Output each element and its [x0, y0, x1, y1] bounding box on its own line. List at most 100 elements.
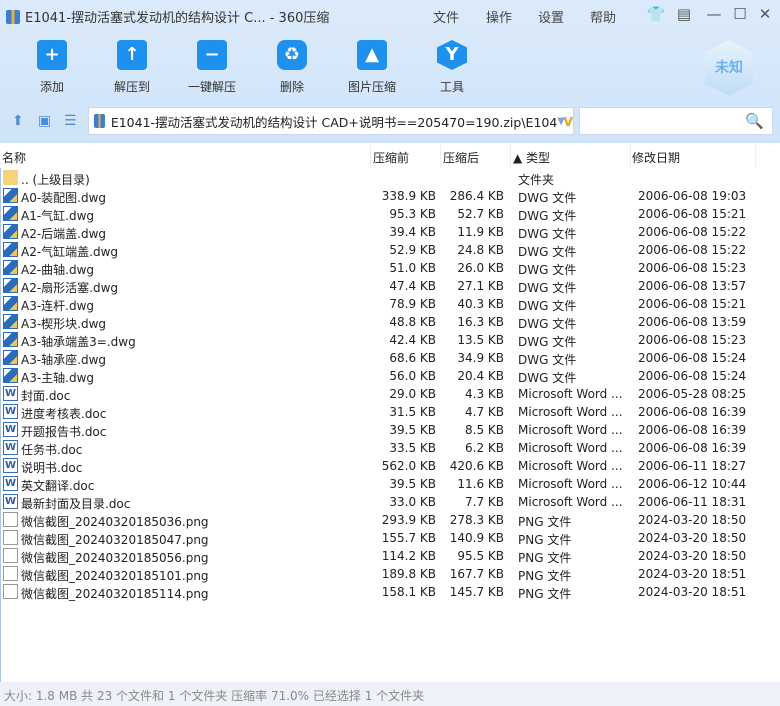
add-icon: + — [37, 40, 67, 70]
file-after: 11.9 KB — [457, 225, 504, 239]
one-click-extract-button[interactable]: − 一键解压 — [172, 40, 252, 95]
security-badge[interactable]: 未知 — [705, 40, 753, 96]
dwg-file-icon — [3, 206, 18, 221]
file-row[interactable]: A0-装配图.dwg 338.9 KB 286.4 KB DWG 文件 2006-06-… — [0, 187, 780, 205]
file-date: 2006-06-08 15:22 — [638, 243, 747, 257]
file-name: A2-扇形活塞.dwg — [21, 281, 119, 295]
png-file-icon — [3, 584, 18, 599]
file-row[interactable]: A3-楔形块.dwg 48.8 KB 16.3 KB DWG 文件 2006-06-08… — [0, 313, 780, 331]
file-type: Microsoft Word ... — [518, 441, 623, 455]
file-row[interactable]: W 任务书.doc 33.5 KB 6.2 KB Microsoft Word ... 2… — [0, 439, 780, 457]
file-after: 420.6 KB — [449, 459, 504, 473]
col-type[interactable]: ▲ 类型 — [513, 149, 550, 166]
file-after: 16.3 KB — [457, 315, 504, 329]
file-date: 2024-03-20 18:50 — [638, 513, 747, 527]
delete-button[interactable]: ♻ 删除 — [252, 40, 332, 95]
close-button[interactable]: ✕ — [755, 5, 775, 23]
menu-settings[interactable]: 设置 — [538, 7, 564, 26]
add-button[interactable]: + 添加 — [12, 40, 92, 95]
file-row[interactable]: W 开题报告书.doc 39.5 KB 8.5 KB Microsoft Word ..… — [0, 421, 780, 439]
doc-file-icon: W — [3, 476, 18, 491]
file-name: 微信截图_20240320185114.png — [21, 587, 209, 601]
file-before: 114.2 KB — [381, 549, 436, 563]
skin-icon[interactable]: 👕 — [646, 5, 666, 23]
file-before: 39.5 KB — [389, 423, 436, 437]
file-type: DWG 文件 — [518, 335, 577, 349]
list-view-icon[interactable]: ☰ — [64, 113, 77, 129]
file-row[interactable]: 微信截图_20240320185056.png 114.2 KB 95.5 KB PN… — [0, 547, 780, 565]
address-bar[interactable]: E1041-摆动活塞式发动机的结构设计 CAD+说明书==205470=190.… — [88, 107, 574, 135]
file-name: A0-装配图.dwg — [21, 191, 107, 205]
file-row[interactable]: 微信截图_20240320185036.png 293.9 KB 278.3 KB P… — [0, 511, 780, 529]
menu-help[interactable]: 帮助 — [590, 7, 616, 26]
tools-button[interactable]: Y 工具 — [412, 40, 492, 95]
search-input[interactable]: 🔍 — [579, 107, 773, 135]
dropdown-icon[interactable]: ▼ — [557, 116, 565, 127]
png-file-icon — [3, 566, 18, 581]
image-icon: ▲ — [357, 40, 387, 70]
col-before[interactable]: 压缩前 — [373, 149, 409, 166]
thumbnail-view-icon[interactable]: ▣ — [38, 113, 51, 129]
file-row[interactable]: A3-主轴.dwg 56.0 KB 20.4 KB DWG 文件 2006-06-08 … — [0, 367, 780, 385]
file-date: 2006-06-08 13:59 — [638, 315, 747, 329]
file-row[interactable]: 微信截图_20240320185101.png 189.8 KB 167.7 KB P… — [0, 565, 780, 583]
file-date: 2006-06-08 13:57 — [638, 279, 747, 293]
file-type: PNG 文件 — [518, 533, 572, 547]
file-type: DWG 文件 — [518, 191, 577, 205]
col-after[interactable]: 压缩后 — [443, 149, 479, 166]
file-row[interactable]: W 封面.doc 29.0 KB 4.3 KB Microsoft Word ... 20… — [0, 385, 780, 403]
file-row[interactable]: 微信截图_20240320185114.png 158.1 KB 145.7 KB P… — [0, 583, 780, 601]
file-row[interactable]: A2-气缸端盖.dwg 52.9 KB 24.8 KB DWG 文件 2006-06-0… — [0, 241, 780, 259]
image-compress-button[interactable]: ▲ 图片压缩 — [332, 40, 412, 95]
file-after: 11.6 KB — [457, 477, 504, 491]
file-after: 13.5 KB — [457, 333, 504, 347]
extract-label: 解压到 — [113, 80, 150, 94]
png-file-icon — [3, 548, 18, 563]
file-row[interactable]: W 最新封面及目录.doc 33.0 KB 7.7 KB Microsoft Word … — [0, 493, 780, 511]
file-row[interactable]: W 说明书.doc 562.0 KB 420.6 KB Microsoft Word .… — [0, 457, 780, 475]
minimize-button[interactable]: — — [704, 5, 724, 23]
col-date[interactable]: 修改日期 — [632, 149, 680, 166]
file-name: A3-轴承端盖3=.dwg — [21, 335, 136, 349]
file-date: 2006-06-08 15:23 — [638, 333, 747, 347]
file-type: Microsoft Word ... — [518, 387, 623, 401]
file-row[interactable]: A3-连杆.dwg 78.9 KB 40.3 KB DWG 文件 2006-06-08 … — [0, 295, 780, 313]
file-after: 4.3 KB — [465, 387, 504, 401]
file-before: 39.4 KB — [389, 225, 436, 239]
file-after: 26.0 KB — [457, 261, 504, 275]
maximize-button[interactable]: ☐ — [730, 5, 750, 23]
file-name: 微信截图_20240320185036.png — [21, 515, 209, 529]
file-type: DWG 文件 — [518, 245, 577, 259]
file-row[interactable]: A2-曲轴.dwg 51.0 KB 26.0 KB DWG 文件 2006-06-08 … — [0, 259, 780, 277]
file-row[interactable]: A2-扇形活塞.dwg 47.4 KB 27.1 KB DWG 文件 2006-06-0… — [0, 277, 780, 295]
zip-icon — [94, 114, 105, 128]
file-row[interactable]: W 进度考核表.doc 31.5 KB 4.7 KB Microsoft Word ..… — [0, 403, 780, 421]
up-arrow-icon[interactable]: ⬆ — [12, 113, 24, 129]
recycle-icon: ♻ — [277, 40, 307, 70]
file-row[interactable]: A3-轴承端盖3=.dwg 42.4 KB 13.5 KB DWG 文件 2006-06… — [0, 331, 780, 349]
dwg-file-icon — [3, 314, 18, 329]
file-before: 31.5 KB — [389, 405, 436, 419]
file-type: DWG 文件 — [518, 371, 577, 385]
file-name: 开题报告书.doc — [21, 425, 107, 439]
png-file-icon — [3, 530, 18, 545]
feedback-icon[interactable]: ▤ — [674, 5, 694, 23]
file-row[interactable]: A2-后端盖.dwg 39.4 KB 11.9 KB DWG 文件 2006-06-08… — [0, 223, 780, 241]
file-date: 2024-03-20 18:50 — [638, 549, 747, 563]
file-name: 微信截图_20240320185056.png — [21, 551, 209, 565]
file-row[interactable]: .. (上级目录) 文件夹 — [0, 169, 780, 187]
col-name[interactable]: 名称 — [2, 149, 26, 166]
search-icon[interactable]: 🔍 — [745, 112, 764, 130]
file-name: 进度考核表.doc — [21, 407, 107, 421]
doc-file-icon: W — [3, 422, 18, 437]
extract-to-button[interactable]: ↑ 解压到 — [92, 40, 172, 95]
file-date: 2006-06-12 10:44 — [638, 477, 747, 491]
file-row[interactable]: W 英文翻译.doc 39.5 KB 11.6 KB Microsoft Word ..… — [0, 475, 780, 493]
file-before: 56.0 KB — [389, 369, 436, 383]
menu-operate[interactable]: 操作 — [486, 7, 512, 26]
file-row[interactable]: A1-气缸.dwg 95.3 KB 52.7 KB DWG 文件 2006-06-08 … — [0, 205, 780, 223]
menu-file[interactable]: 文件 — [433, 7, 459, 26]
file-name: A2-气缸端盖.dwg — [21, 245, 119, 259]
file-row[interactable]: 微信截图_20240320185047.png 155.7 KB 140.9 KB P… — [0, 529, 780, 547]
file-row[interactable]: A3-轴承座.dwg 68.6 KB 34.9 KB DWG 文件 2006-06-08… — [0, 349, 780, 367]
